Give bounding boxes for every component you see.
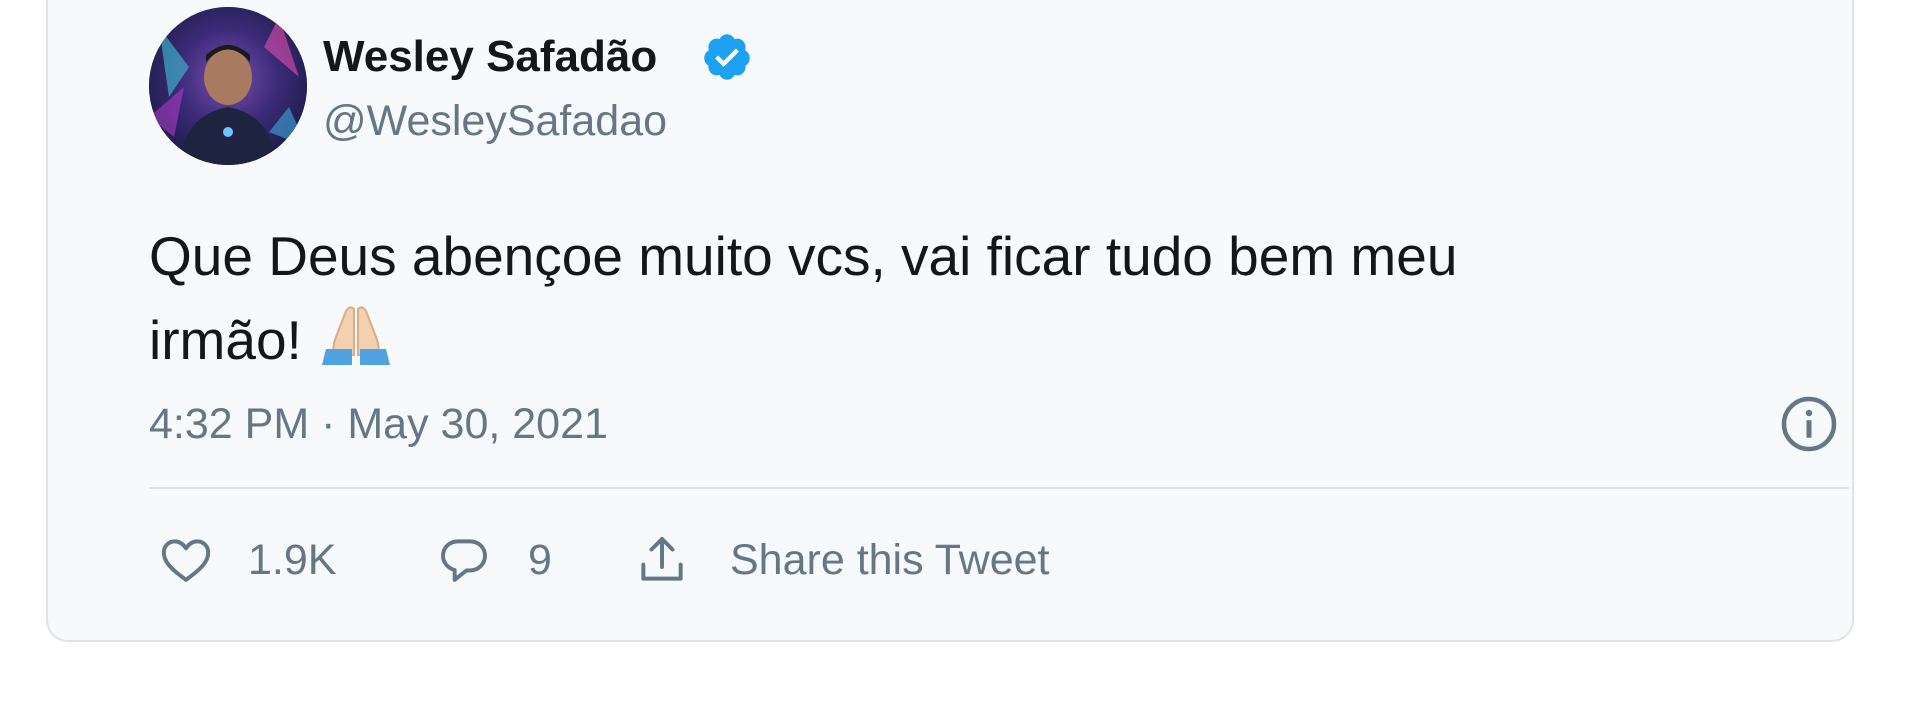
like-button[interactable]: 1.9K (158, 530, 336, 590)
share-label: Share this Tweet (730, 535, 1050, 584)
verified-badge-icon (704, 34, 750, 80)
info-icon[interactable] (1779, 394, 1839, 454)
heart-icon (161, 539, 211, 582)
tweet-timestamp[interactable]: 4:32 PM · May 30, 2021 (149, 400, 608, 449)
avatar[interactable] (149, 7, 307, 165)
tweet-text-line: irmão! (149, 309, 302, 371)
tweet-text: Que Deus abençoe muito vcs, vai ficar tu… (149, 214, 1749, 382)
tweet-text-line-last: irmão! (149, 298, 1749, 382)
reply-bubble-icon (441, 539, 487, 582)
divider (149, 487, 1849, 489)
display-name[interactable]: Wesley Safadão (323, 32, 657, 82)
share-icon (641, 537, 683, 581)
like-count: 1.9K (248, 535, 337, 584)
tweet-card: Wesley Safadão @WesleySafadao Que Deus a… (46, 0, 1854, 642)
reply-count: 9 (528, 535, 552, 584)
avatar-image (149, 7, 307, 165)
user-handle[interactable]: @WesleySafadao (323, 97, 667, 146)
folded-hands-emoji-icon (321, 306, 390, 365)
share-button[interactable]: Share this Tweet (634, 530, 1050, 590)
tweet-text-line: Que Deus abençoe muito vcs, vai ficar tu… (149, 225, 1458, 287)
reply-button[interactable]: 9 (436, 530, 552, 590)
